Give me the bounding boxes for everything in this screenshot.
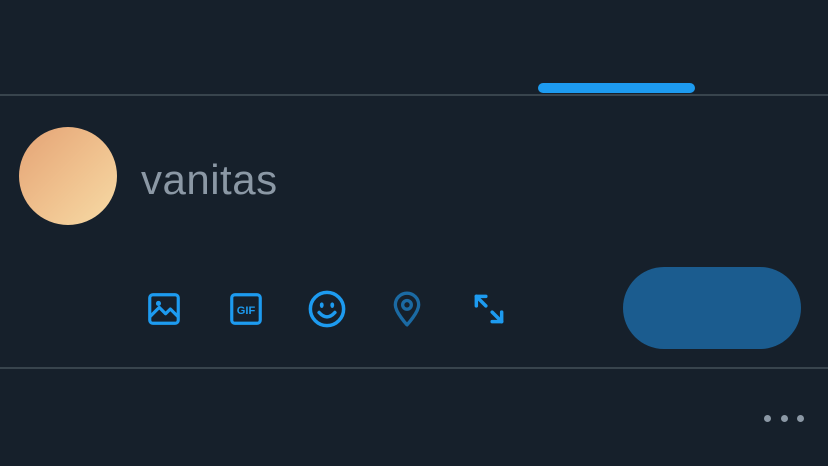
post-button[interactable]: [623, 267, 801, 349]
image-icon[interactable]: [142, 287, 186, 331]
header-divider: [0, 94, 828, 96]
more-horizontal-icon[interactable]: [764, 406, 804, 430]
emoji-icon[interactable]: [305, 287, 349, 331]
active-tab-underline: [538, 83, 695, 93]
expand-icon[interactable]: [467, 287, 511, 331]
location-icon[interactable]: [385, 287, 429, 331]
more-dot: [797, 414, 804, 422]
compose-text-input[interactable]: vanitas: [141, 150, 278, 210]
more-dot: [764, 414, 771, 422]
compose-screen: vanitas GIF: [0, 0, 828, 466]
avatar[interactable]: [19, 127, 117, 225]
gif-icon[interactable]: GIF: [224, 287, 268, 331]
more-dot: [780, 414, 788, 422]
composer-divider: [0, 367, 828, 369]
gif-label: GIF: [237, 305, 256, 317]
